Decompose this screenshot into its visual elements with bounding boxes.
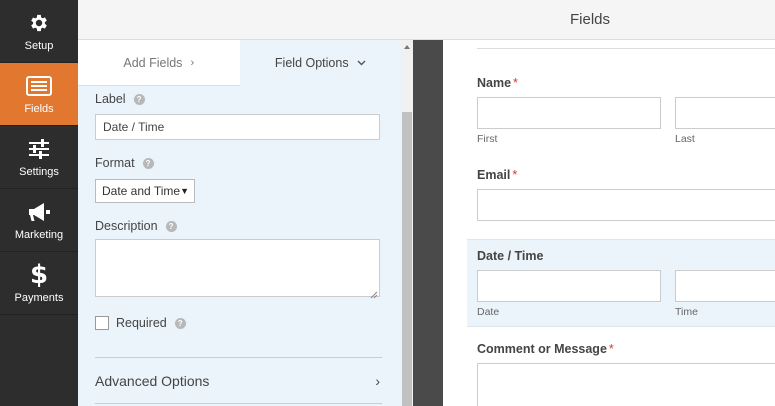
- tab-label: Field Options: [274, 56, 349, 70]
- dollar-icon: $: [29, 260, 49, 290]
- panel-scrollbar[interactable]: [401, 40, 413, 406]
- help-icon[interactable]: ?: [165, 220, 177, 232]
- tab-label: Add Fields: [123, 55, 183, 70]
- field-options-panel: Add Fields › Field Options Label ? Date …: [78, 40, 401, 406]
- date-input[interactable]: [477, 270, 661, 302]
- sidebar-item-settings[interactable]: Settings: [0, 126, 78, 189]
- required-asterisk: *: [512, 168, 518, 182]
- comment-field-label: Comment or Message *: [477, 342, 614, 356]
- label-text: Label: [95, 92, 126, 106]
- comment-textarea[interactable]: [477, 363, 775, 406]
- chevron-right-icon: ›: [375, 373, 380, 389]
- panel-tabs: Add Fields › Field Options: [78, 40, 401, 86]
- label-input[interactable]: Date / Time: [95, 114, 380, 140]
- gear-icon: [28, 10, 50, 36]
- sidebar-item-label: Payments: [14, 292, 64, 304]
- list-icon: [26, 73, 52, 99]
- label-text: Format: [95, 156, 135, 170]
- preview-gutter: [413, 40, 443, 406]
- first-sublabel: First: [477, 133, 498, 145]
- label-text: Description: [95, 219, 158, 233]
- divider: [95, 357, 382, 358]
- page-title: Fields: [570, 11, 611, 28]
- required-checkbox[interactable]: [95, 316, 109, 330]
- chevron-down-icon: [357, 57, 366, 69]
- label-text: Required: [116, 316, 167, 330]
- resize-handle-icon[interactable]: [370, 287, 378, 299]
- time-input[interactable]: [675, 270, 775, 302]
- help-icon[interactable]: ?: [133, 93, 145, 105]
- tab-field-options[interactable]: Field Options: [239, 40, 401, 86]
- datetime-field-label: Date / Time: [477, 249, 544, 263]
- first-name-input[interactable]: [477, 97, 661, 129]
- help-icon[interactable]: ?: [174, 317, 186, 329]
- sidebar-item-setup[interactable]: Setup: [0, 0, 78, 63]
- form-preview: Name * First Last Email * Date / Time Date…: [443, 40, 775, 406]
- divider: [477, 48, 775, 49]
- last-sublabel: Last: [675, 133, 695, 145]
- format-select[interactable]: Date and Time ▼: [95, 179, 195, 203]
- megaphone-icon: [27, 199, 51, 225]
- last-name-input[interactable]: [675, 97, 775, 129]
- date-sublabel: Date: [477, 306, 500, 318]
- label-field-label: Label ?: [95, 92, 145, 106]
- required-asterisk: *: [513, 76, 518, 90]
- required-asterisk: *: [608, 342, 614, 356]
- tab-add-fields[interactable]: Add Fields ›: [78, 40, 240, 86]
- description-field-label: Description ?: [95, 219, 177, 233]
- chevron-right-icon: ›: [190, 56, 195, 69]
- scrollbar-thumb[interactable]: [402, 112, 412, 406]
- divider: [95, 403, 382, 404]
- sidebar-item-label: Settings: [19, 166, 59, 178]
- top-bar: Fields: [78, 0, 775, 40]
- email-field-label: Email *: [477, 168, 517, 182]
- label-text: Name: [477, 76, 512, 90]
- sidebar-item-label: Fields: [24, 103, 54, 115]
- time-sublabel: Time: [675, 306, 698, 318]
- label-text: Comment or Message: [477, 342, 607, 356]
- caret-down-icon: ▼: [180, 186, 189, 196]
- sidebar: Setup Fields Settings Marketing $ Paymen…: [0, 0, 78, 406]
- email-input[interactable]: [477, 189, 775, 221]
- advanced-options-toggle[interactable]: Advanced Options ›: [95, 373, 380, 389]
- advanced-options-label: Advanced Options: [95, 373, 210, 389]
- sidebar-item-marketing[interactable]: Marketing: [0, 189, 78, 252]
- required-field-label: Required ?: [116, 316, 186, 330]
- name-field-label: Name *: [477, 76, 518, 90]
- format-field-label: Format ?: [95, 156, 154, 170]
- sidebar-item-label: Marketing: [14, 229, 64, 241]
- sidebar-item-payments[interactable]: $ Payments: [0, 252, 78, 315]
- label-text: Email: [477, 168, 511, 182]
- help-icon[interactable]: ?: [142, 157, 154, 169]
- description-textarea[interactable]: [95, 239, 380, 299]
- format-selected-value: Date and Time: [102, 184, 181, 198]
- sidebar-item-fields[interactable]: Fields: [0, 63, 78, 126]
- scroll-up-arrow-icon[interactable]: [404, 45, 410, 49]
- sidebar-item-label: Setup: [24, 40, 54, 52]
- sliders-icon: [28, 136, 50, 162]
